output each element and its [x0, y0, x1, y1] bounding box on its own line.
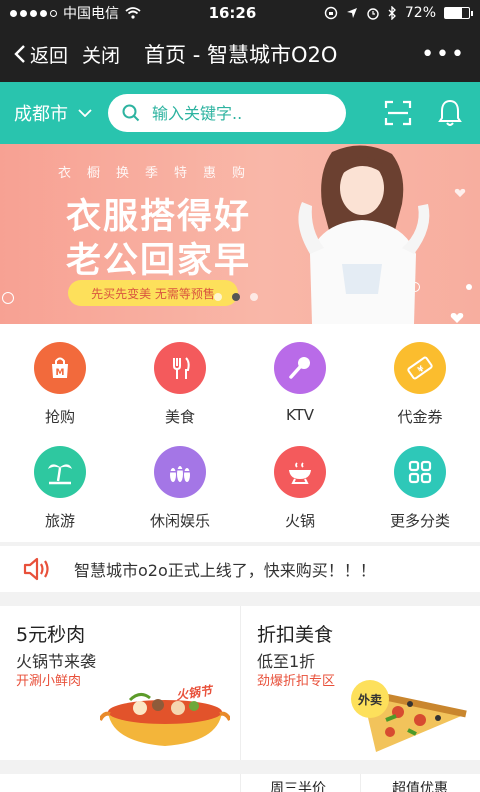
category-item-more[interactable]: 更多分类	[360, 428, 480, 532]
category-label: 美食	[164, 408, 195, 426]
banner-headline-2: 老公回家早	[66, 241, 252, 281]
promo-subtitle: 低至1折	[257, 652, 316, 671]
scan-button[interactable]	[382, 97, 414, 129]
city-label: 成都市	[14, 104, 68, 125]
hotpot-icon	[274, 446, 326, 498]
promo-title: 折扣美食	[257, 624, 334, 646]
decoration-dot	[2, 292, 14, 304]
palm-tree-icon	[34, 446, 86, 498]
banner-pagination	[214, 293, 258, 301]
category-label: KTV	[285, 406, 315, 424]
promo-title-partial[interactable]: 周三半价	[270, 778, 326, 792]
category-item-lvyou[interactable]: 旅游	[0, 428, 120, 532]
bell-icon	[438, 99, 462, 126]
battery-percent: 72%	[404, 5, 436, 21]
battery-icon	[444, 7, 473, 19]
category-item-qianggou[interactable]: M 抢购	[0, 324, 120, 428]
alarm-icon	[367, 8, 379, 20]
orientation-lock-icon	[324, 6, 338, 20]
page-title: 首页 - 智慧城市O2O	[144, 43, 338, 67]
location-icon	[346, 8, 357, 18]
announcement-text: 智慧城市o2o正式上线了，快来购买！！！	[74, 561, 376, 580]
bowling-icon	[154, 446, 206, 498]
heart-icon	[454, 188, 466, 198]
takeout-label: 外卖	[357, 692, 382, 707]
takeout-badge: 外卖	[351, 680, 389, 718]
scan-icon	[384, 100, 412, 126]
promo-title-partial[interactable]: 超值优惠	[392, 778, 448, 792]
search-header: 成都市	[0, 82, 480, 144]
model-photo	[298, 145, 430, 324]
chevron-left-icon	[14, 45, 25, 63]
coupon-icon: ¥	[394, 342, 446, 394]
wifi-icon	[125, 7, 141, 19]
signal-strength-icon	[10, 9, 57, 17]
category-grid: M 抢购 美食 KTV ¥ 代金券 旅游 休闲娱乐 火锅 更多分类	[0, 324, 480, 542]
category-item-huoguo[interactable]: 火锅	[240, 428, 360, 532]
shopping-bag-icon: M	[34, 342, 86, 394]
category-label: 旅游	[44, 512, 75, 530]
promo-title: 5元秒肉	[16, 624, 86, 646]
status-bar: 中国电信 16:26 72%	[0, 0, 480, 26]
category-label: 更多分类	[389, 512, 450, 530]
chevron-down-icon	[78, 109, 92, 117]
next-promo-row: 周三半价 超值优惠	[0, 774, 480, 792]
category-item-meishi[interactable]: 美食	[120, 324, 240, 428]
more-menu-button[interactable]: •••	[421, 42, 466, 67]
announcement-bar[interactable]: 智慧城市o2o正式上线了，快来购买！！！	[0, 546, 480, 592]
category-label: 代金券	[397, 408, 443, 426]
speaker-icon	[23, 557, 49, 581]
carrier-label: 中国电信	[63, 6, 119, 22]
page-dot[interactable]	[214, 293, 222, 301]
heart-icon	[450, 313, 464, 323]
promo-card-discount[interactable]: 折扣美食 低至1折 劲爆折扣专区 外卖	[240, 606, 480, 760]
search-input[interactable]	[152, 103, 322, 123]
page-dot[interactable]	[250, 293, 258, 301]
decoration-dot	[466, 284, 472, 290]
page-dot-active[interactable]	[232, 293, 240, 301]
search-box[interactable]	[108, 94, 346, 132]
category-item-ktv[interactable]: KTV	[240, 324, 360, 428]
city-selector[interactable]: 成都市	[14, 100, 92, 126]
category-label: 休闲娱乐	[149, 512, 210, 530]
category-label: 火锅	[284, 512, 315, 530]
category-item-coupon[interactable]: ¥ 代金券	[360, 324, 480, 428]
category-label: 抢购	[44, 408, 75, 426]
promo-card-meat[interactable]: 5元秒肉 火锅节来袭 开涮小鲜肉 火锅节	[0, 606, 240, 760]
fork-knife-icon	[154, 342, 206, 394]
promo-section: 5元秒肉 火锅节来袭 开涮小鲜肉 火锅节 折扣美食 低至1折 劲爆折扣专区 外卖	[0, 606, 480, 760]
wechat-nav-bar: 返回 关闭 首页 - 智慧城市O2O •••	[0, 26, 480, 82]
promo-banner[interactable]: 衣橱换季特惠购 衣服搭得好 老公回家早 先买先变美 无需等预售	[0, 144, 480, 324]
grid-icon	[394, 446, 446, 498]
promo-tag: 开涮小鲜肉	[16, 674, 82, 689]
app-header: 中国电信 16:26 72% 返回 关闭 首页 - 智慧城市O2O •••	[0, 0, 480, 82]
microphone-icon	[274, 342, 326, 394]
promo-subtitle: 火锅节来袭	[16, 652, 97, 671]
back-label: 返回	[30, 44, 69, 67]
back-button[interactable]: 返回	[14, 41, 68, 68]
category-item-xiuxian[interactable]: 休闲娱乐	[120, 428, 240, 532]
banner-subtitle: 衣橱换季特惠购	[58, 166, 262, 181]
promo-tag: 劲爆折扣专区	[257, 674, 336, 689]
notifications-button[interactable]	[434, 97, 466, 129]
bluetooth-icon	[388, 6, 396, 20]
banner-tagline: 先买先变美 无需等预售	[68, 280, 238, 306]
close-button[interactable]: 关闭	[82, 41, 120, 68]
search-icon	[122, 104, 140, 122]
clock: 16:26	[208, 4, 257, 22]
svg-text:M: M	[56, 368, 65, 378]
